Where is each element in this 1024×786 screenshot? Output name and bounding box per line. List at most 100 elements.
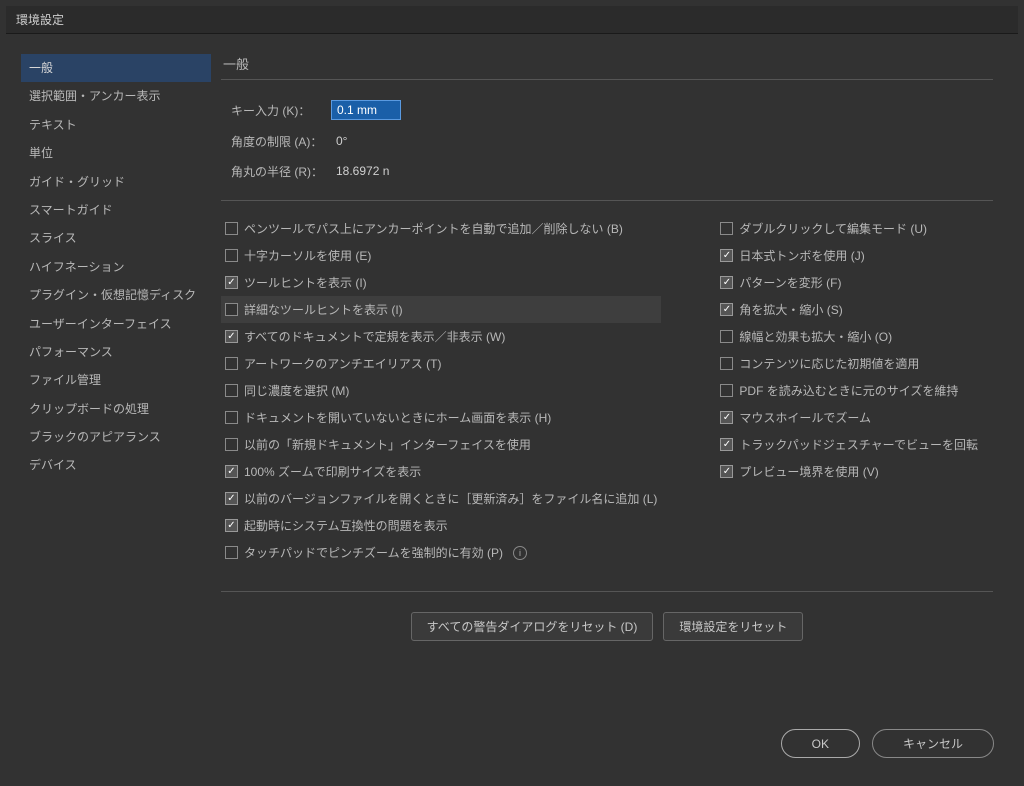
checkbox-row[interactable]: 日本式トンボを使用 (J) — [716, 242, 982, 269]
checkbox-icon[interactable] — [720, 276, 733, 289]
checkbox-icon[interactable] — [720, 411, 733, 424]
checkbox-row[interactable]: ドキュメントを開いていないときにホーム画面を表示 (H) — [221, 404, 661, 431]
key-input-row: キー入力 (K)： — [231, 100, 993, 120]
checkbox-label: ペンツールでパス上にアンカーポイントを自動で追加／削除しない (B) — [244, 220, 623, 237]
checkbox-icon[interactable] — [720, 222, 733, 235]
checkbox-label: PDF を読み込むときに元のサイズを維持 — [739, 382, 958, 399]
sidebar: 一般選択範囲・アンカー表示テキスト単位ガイド・グリッドスマートガイドスライスハイ… — [21, 54, 211, 711]
checkbox-row[interactable]: 十字カーソルを使用 (E) — [221, 242, 661, 269]
info-icon[interactable]: i — [513, 546, 527, 560]
checkbox-row[interactable]: PDF を読み込むときに元のサイズを維持 — [716, 377, 982, 404]
checkbox-row[interactable]: プレビュー境界を使用 (V) — [716, 458, 982, 485]
checkbox-icon[interactable] — [225, 519, 238, 532]
checkbox-row[interactable]: トラックパッドジェスチャーでビューを回転 — [716, 431, 982, 458]
checkbox-row[interactable]: 線幅と効果も拡大・縮小 (O) — [716, 323, 982, 350]
checkbox-label: パターンを変形 (F) — [739, 274, 841, 291]
ok-button[interactable]: OK — [781, 729, 860, 758]
sidebar-item[interactable]: テキスト — [21, 111, 211, 139]
checkbox-label: タッチパッドでピンチズームを強制的に有効 (P) — [244, 544, 503, 561]
dialog-titlebar: 環境設定 — [6, 6, 1018, 34]
checkbox-row[interactable]: 角を拡大・縮小 (S) — [716, 296, 982, 323]
checkbox-icon[interactable] — [720, 249, 733, 262]
preferences-dialog: 環境設定 一般選択範囲・アンカー表示テキスト単位ガイド・グリッドスマートガイドス… — [6, 6, 1018, 780]
checkbox-icon[interactable] — [720, 303, 733, 316]
checkbox-icon[interactable] — [225, 249, 238, 262]
checkbox-icon[interactable] — [720, 465, 733, 478]
angle-row: 角度の制限 (A)： — [231, 132, 993, 150]
checkbox-icon[interactable] — [225, 492, 238, 505]
checkbox-label: 線幅と効果も拡大・縮小 (O) — [739, 328, 892, 345]
sidebar-item[interactable]: ファイル管理 — [21, 366, 211, 394]
key-input-label: キー入力 (K)： — [231, 102, 331, 119]
checkbox-icon[interactable] — [225, 222, 238, 235]
angle-field[interactable] — [331, 132, 401, 150]
checkbox-label: 詳細なツールヒントを表示 (I) — [244, 301, 403, 318]
corner-row: 角丸の半径 (R)： — [231, 162, 993, 180]
checkbox-row[interactable]: 以前の「新規ドキュメント」インターフェイスを使用 — [221, 431, 661, 458]
checkbox-row[interactable]: パターンを変形 (F) — [716, 269, 982, 296]
checkbox-label: 起動時にシステム互換性の問題を表示 — [244, 517, 448, 534]
checkbox-label: コンテンツに応じた初期値を適用 — [739, 355, 919, 372]
sidebar-item[interactable]: ガイド・グリッド — [21, 168, 211, 196]
reset-prefs-button[interactable]: 環境設定をリセット — [663, 612, 803, 641]
dialog-footer: OK キャンセル — [6, 711, 1018, 780]
checkbox-icon[interactable] — [225, 465, 238, 478]
reset-button-row: すべての警告ダイアログをリセット (D) 環境設定をリセット — [221, 591, 993, 641]
sidebar-item[interactable]: パフォーマンス — [21, 338, 211, 366]
dialog-body: 一般選択範囲・アンカー表示テキスト単位ガイド・グリッドスマートガイドスライスハイ… — [6, 34, 1018, 711]
sidebar-item[interactable]: スライス — [21, 224, 211, 252]
sidebar-item[interactable]: 単位 — [21, 139, 211, 167]
checkbox-row[interactable]: すべてのドキュメントで定規を表示／非表示 (W) — [221, 323, 661, 350]
checkbox-icon[interactable] — [225, 357, 238, 370]
checkbox-row[interactable]: 以前のバージョンファイルを開くときに［更新済み］をファイル名に追加 (L) — [221, 485, 661, 512]
checkbox-label: マウスホイールでズーム — [739, 409, 871, 426]
cancel-button[interactable]: キャンセル — [872, 729, 994, 758]
checkbox-icon[interactable] — [720, 384, 733, 397]
sidebar-item[interactable]: スマートガイド — [21, 196, 211, 224]
checkbox-row[interactable]: アートワークのアンチエイリアス (T) — [221, 350, 661, 377]
checkbox-grid: ペンツールでパス上にアンカーポイントを自動で追加／削除しない (B) 十字カーソル… — [221, 200, 993, 566]
checkbox-label: 以前のバージョンファイルを開くときに［更新済み］をファイル名に追加 (L) — [244, 490, 657, 507]
checkbox-icon[interactable] — [225, 276, 238, 289]
checkbox-label: 日本式トンボを使用 (J) — [739, 247, 864, 264]
checkbox-icon[interactable] — [720, 357, 733, 370]
checkbox-icon[interactable] — [720, 438, 733, 451]
checkbox-row[interactable]: マウスホイールでズーム — [716, 404, 982, 431]
key-input-field[interactable] — [331, 100, 401, 120]
checkbox-label: ドキュメントを開いていないときにホーム画面を表示 (H) — [244, 409, 551, 426]
sidebar-item[interactable]: プラグイン・仮想記憶ディスク — [21, 281, 211, 309]
checkbox-label: ダブルクリックして編集モード (U) — [739, 220, 927, 237]
checkbox-icon[interactable] — [225, 303, 238, 316]
checkbox-icon[interactable] — [225, 330, 238, 343]
checkbox-icon[interactable] — [225, 546, 238, 559]
checkbox-row[interactable]: ペンツールでパス上にアンカーポイントを自動で追加／削除しない (B) — [221, 215, 661, 242]
checkbox-column-right: ダブルクリックして編集モード (U) 日本式トンボを使用 (J) パターンを変形 (… — [716, 215, 982, 566]
checkbox-row[interactable]: 100% ズームで印刷サイズを表示 — [221, 458, 661, 485]
sidebar-item[interactable]: 一般 — [21, 54, 211, 82]
checkbox-row[interactable]: コンテンツに応じた初期値を適用 — [716, 350, 982, 377]
sidebar-item[interactable]: デバイス — [21, 451, 211, 479]
reset-warnings-button[interactable]: すべての警告ダイアログをリセット (D) — [411, 612, 654, 641]
sidebar-item[interactable]: ブラックのアピアランス — [21, 423, 211, 451]
sidebar-item[interactable]: 選択範囲・アンカー表示 — [21, 82, 211, 110]
checkbox-label: プレビュー境界を使用 (V) — [739, 463, 878, 480]
corner-label: 角丸の半径 (R)： — [231, 163, 331, 180]
checkbox-label: 角を拡大・縮小 (S) — [739, 301, 842, 318]
checkbox-row[interactable]: ツールヒントを表示 (I) — [221, 269, 661, 296]
checkbox-row[interactable]: 詳細なツールヒントを表示 (I) — [221, 296, 661, 323]
checkbox-icon[interactable] — [225, 438, 238, 451]
checkbox-label: トラックパッドジェスチャーでビューを回転 — [739, 436, 978, 453]
checkbox-icon[interactable] — [225, 411, 238, 424]
sidebar-item[interactable]: ハイフネーション — [21, 253, 211, 281]
checkbox-row[interactable]: 起動時にシステム互換性の問題を表示 — [221, 512, 661, 539]
checkbox-label: ツールヒントを表示 (I) — [244, 274, 367, 291]
sidebar-item[interactable]: ユーザーインターフェイス — [21, 310, 211, 338]
checkbox-icon[interactable] — [225, 384, 238, 397]
angle-label: 角度の制限 (A)： — [231, 133, 331, 150]
corner-field[interactable] — [331, 162, 401, 180]
checkbox-row[interactable]: ダブルクリックして編集モード (U) — [716, 215, 982, 242]
checkbox-icon[interactable] — [720, 330, 733, 343]
checkbox-row[interactable]: タッチパッドでピンチズームを強制的に有効 (P) i — [221, 539, 661, 566]
checkbox-row[interactable]: 同じ濃度を選択 (M) — [221, 377, 661, 404]
sidebar-item[interactable]: クリップボードの処理 — [21, 395, 211, 423]
